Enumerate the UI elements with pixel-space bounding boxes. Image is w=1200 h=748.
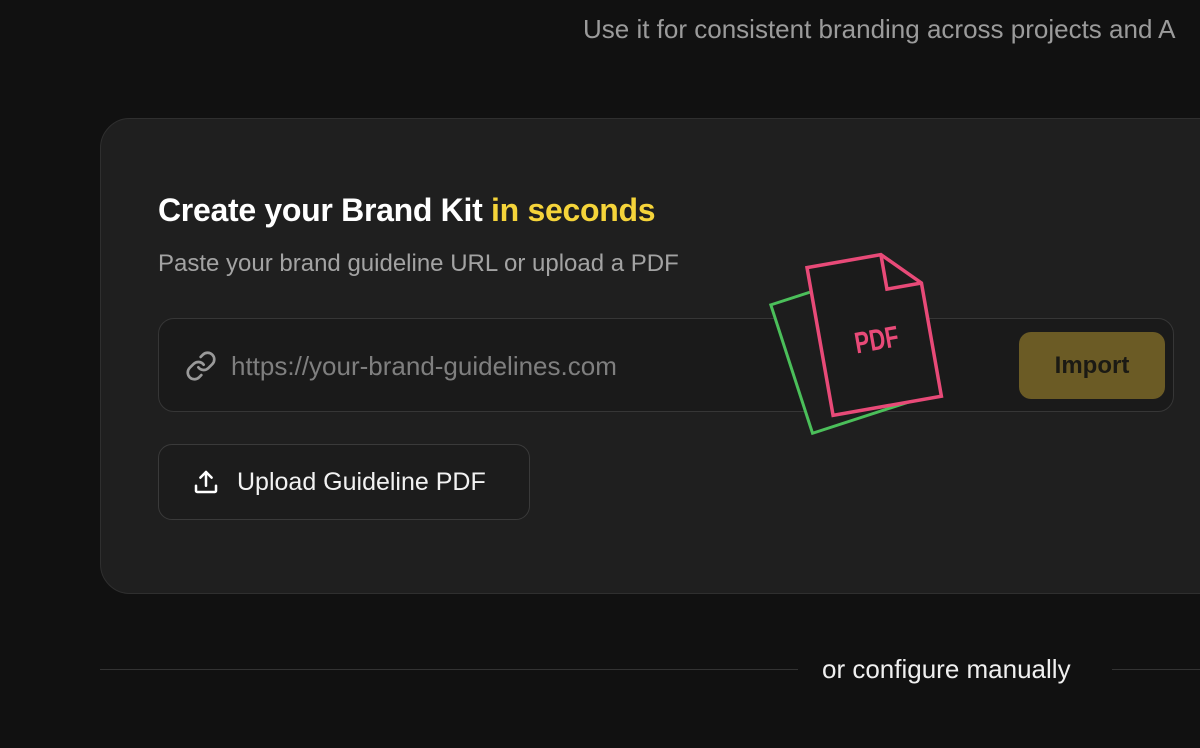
- import-button[interactable]: Import: [1019, 332, 1165, 399]
- configure-manually-label: or configure manually: [822, 654, 1071, 684]
- card-subheading: Paste your brand guideline URL or upload…: [158, 250, 679, 277]
- brand-kit-page: Use it for consistent branding across pr…: [0, 0, 1200, 748]
- card-heading: Create your Brand Kit in seconds: [158, 192, 656, 229]
- pdf-file-icon: PDF: [768, 252, 944, 436]
- link-icon: [186, 351, 216, 381]
- divider-line-right: [1112, 669, 1200, 670]
- divider-line-left: [100, 669, 798, 670]
- heading-main: Create your Brand Kit: [158, 192, 492, 228]
- brand-guideline-url-input[interactable]: [231, 343, 791, 389]
- intro-subtext: Use it for consistent branding across pr…: [583, 14, 1176, 44]
- upload-button-label: Upload Guideline PDF: [237, 467, 486, 496]
- upload-icon: [194, 470, 218, 494]
- heading-accent: in seconds: [491, 192, 656, 228]
- url-input-row: Import: [158, 318, 1174, 412]
- upload-guideline-pdf-button[interactable]: Upload Guideline PDF: [158, 444, 530, 520]
